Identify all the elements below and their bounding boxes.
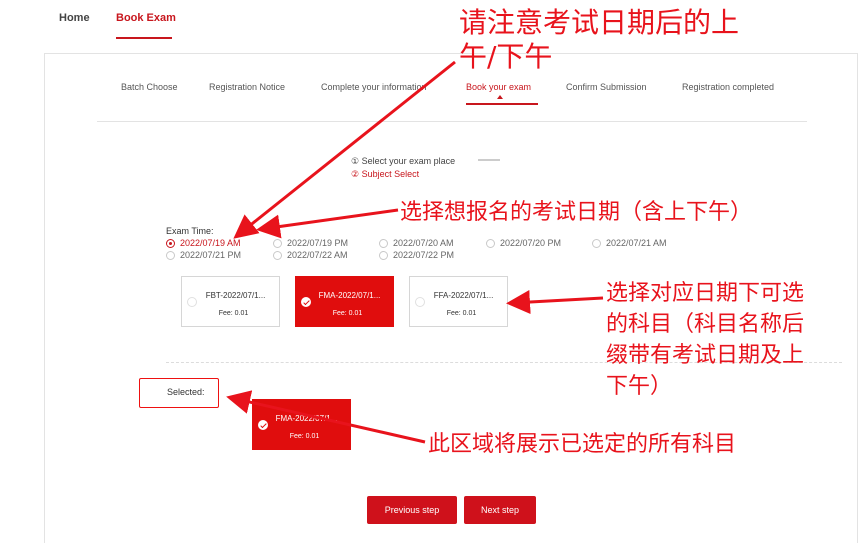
exam-time-option[interactable]: 2022/07/20 PM (486, 238, 561, 248)
selected-label: Selected: (139, 378, 219, 408)
substep-exam-place[interactable]: ① Select your exam place (351, 155, 455, 168)
radio-icon (273, 238, 282, 248)
subject-fee: Fee: 0.01 (446, 310, 477, 317)
substep-subject-select[interactable]: ② Subject Select (351, 168, 455, 181)
subject-name: FBT-2022/07/1... (205, 291, 266, 300)
radio-icon (273, 250, 282, 260)
radio-icon (379, 238, 388, 248)
subject-fee: Fee: 0.01 (289, 433, 320, 440)
nav-home-link[interactable]: Home (59, 12, 90, 24)
step-batch-choose[interactable]: Batch Choose (121, 82, 178, 92)
annotation-selected-area: 此区域将展示已选定的所有科目 (428, 432, 737, 457)
subject-fee: Fee: 0.01 (218, 310, 249, 317)
step-registration-notice[interactable]: Registration Notice (209, 82, 285, 92)
exam-time-option[interactable]: 2022/07/22 PM (379, 250, 454, 260)
step-book-your-exam[interactable]: Book your exam (466, 82, 531, 92)
nav-active-underline (116, 37, 172, 39)
step-confirm-submission[interactable]: Confirm Submission (566, 82, 647, 92)
radio-icon (166, 238, 175, 248)
radio-icon (486, 238, 495, 248)
subject-name: FFA-2022/07/1... (433, 291, 494, 300)
previous-step-button[interactable]: Previous step (367, 496, 457, 524)
exam-time-option[interactable]: 2022/07/19 AM (166, 238, 241, 248)
exam-time-option[interactable]: 2022/07/21 AM (592, 238, 667, 248)
subject-fee: Fee: 0.01 (332, 310, 363, 317)
subject-name: FMA-2022/07/1... (275, 414, 338, 423)
exam-time-label: Exam Time: (166, 226, 214, 236)
exam-time-option[interactable]: 2022/07/21 PM (166, 250, 241, 260)
exam-time-option[interactable]: 2022/07/19 PM (273, 238, 348, 248)
next-step-button[interactable]: Next step (464, 496, 536, 524)
steps-divider (97, 121, 807, 122)
substep-connector (478, 159, 500, 161)
substeps: ① Select your exam place ② Subject Selec… (351, 155, 500, 181)
subject-name: FMA-2022/07/1... (318, 291, 381, 300)
radio-icon (166, 250, 175, 260)
step-active-underline (466, 103, 538, 105)
exam-time-option[interactable]: 2022/07/22 AM (273, 250, 348, 260)
selected-subject-card[interactable]: FMA-2022/07/1... Fee: 0.01 (252, 399, 351, 450)
step-complete-information[interactable]: Complete your information (321, 82, 427, 92)
annotation-choose-subject: 选择对应日期下可选 的科目（科目名称后 缀带有考试日期及上 下午） (606, 281, 805, 399)
exam-time-option[interactable]: 2022/07/20 AM (379, 238, 454, 248)
subject-card-fbt[interactable]: FBT-2022/07/1... Fee: 0.01 (181, 276, 280, 327)
radio-icon (592, 238, 601, 248)
annotation-choose-date: 选择想报名的考试日期（含上下午） (400, 200, 753, 225)
radio-icon (379, 250, 388, 260)
step-registration-completed[interactable]: Registration completed (682, 82, 774, 92)
nav-book-exam-link[interactable]: Book Exam (116, 12, 176, 24)
subject-card-ffa[interactable]: FFA-2022/07/1... Fee: 0.01 (409, 276, 508, 327)
step-active-caret (497, 95, 503, 99)
subject-card-fma[interactable]: FMA-2022/07/1... Fee: 0.01 (295, 276, 394, 327)
annotation-ampm-note: 请注意考试日期后的上 午/下午 (459, 6, 740, 73)
